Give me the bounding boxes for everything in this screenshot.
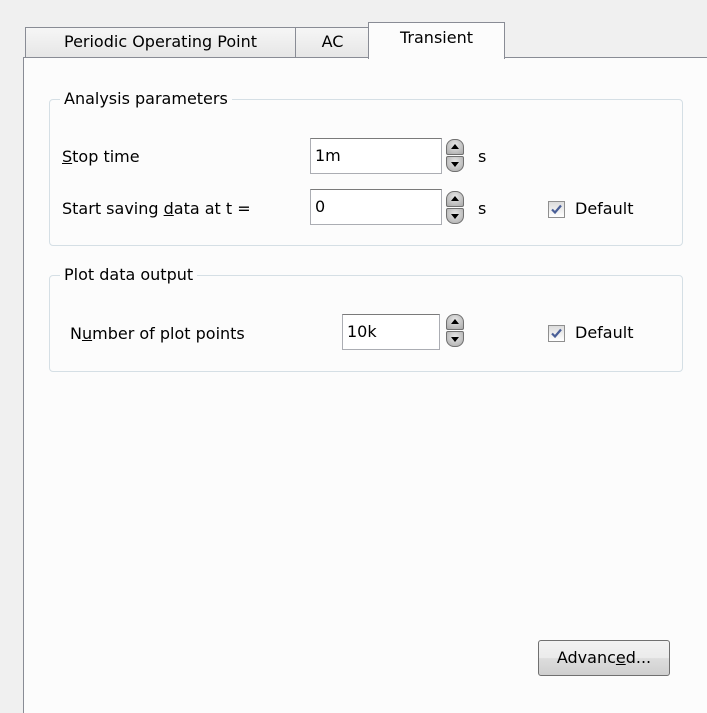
plot-points-value: 10k bbox=[347, 322, 377, 341]
start-saving-mnemonic: d bbox=[163, 199, 174, 218]
spin-down-icon[interactable] bbox=[446, 208, 464, 224]
spin-down-icon[interactable] bbox=[446, 331, 464, 347]
plot-points-mnemonic: u bbox=[81, 324, 93, 343]
stop-time-unit: s bbox=[478, 147, 487, 166]
start-saving-unit: s bbox=[478, 199, 487, 218]
plot-points-spinner[interactable] bbox=[446, 314, 464, 347]
spin-up-icon[interactable] bbox=[446, 314, 464, 330]
start-saving-default-label: Default bbox=[575, 199, 634, 218]
tab-label: Periodic Operating Point bbox=[63, 32, 258, 51]
checkmark-icon bbox=[551, 328, 562, 339]
start-saving-spinner[interactable] bbox=[446, 191, 464, 224]
tab-label: AC bbox=[321, 32, 344, 51]
plot-data-output-title: Plot data output bbox=[60, 264, 198, 286]
stop-time-input[interactable]: 1m bbox=[310, 138, 442, 174]
start-saving-default-checkbox[interactable] bbox=[548, 201, 565, 218]
advanced-button[interactable]: Advanced... bbox=[538, 640, 670, 676]
stop-time-label: Stop time bbox=[62, 147, 140, 166]
stop-time-mnemonic: S bbox=[62, 147, 73, 166]
stop-time-spinner[interactable] bbox=[446, 139, 464, 172]
start-saving-label: Start saving data at t = bbox=[62, 199, 251, 218]
stop-time-value: 1m bbox=[315, 146, 341, 165]
tab-periodic-operating-point[interactable]: Periodic Operating Point bbox=[25, 27, 296, 57]
start-saving-value: 0 bbox=[315, 197, 326, 216]
plot-points-default-checkbox[interactable] bbox=[548, 325, 565, 342]
analysis-parameters-title: Analysis parameters bbox=[60, 88, 232, 110]
start-saving-input[interactable]: 0 bbox=[310, 189, 442, 225]
plot-points-input[interactable]: 10k bbox=[342, 314, 440, 350]
plot-points-label: Number of plot points bbox=[70, 324, 245, 343]
spin-down-icon[interactable] bbox=[446, 156, 464, 172]
transient-tab-panel: Analysis parameters Stop time 1m s Start… bbox=[23, 57, 707, 713]
tab-ac[interactable]: AC bbox=[295, 27, 370, 57]
tab-label: Transient bbox=[400, 28, 473, 47]
spin-up-icon[interactable] bbox=[446, 139, 464, 155]
advanced-mnemonic: e bbox=[615, 648, 626, 667]
tab-transient[interactable]: Transient bbox=[368, 22, 505, 59]
checkmark-icon bbox=[551, 204, 562, 215]
plot-points-default-label: Default bbox=[575, 323, 634, 342]
spin-up-icon[interactable] bbox=[446, 191, 464, 207]
